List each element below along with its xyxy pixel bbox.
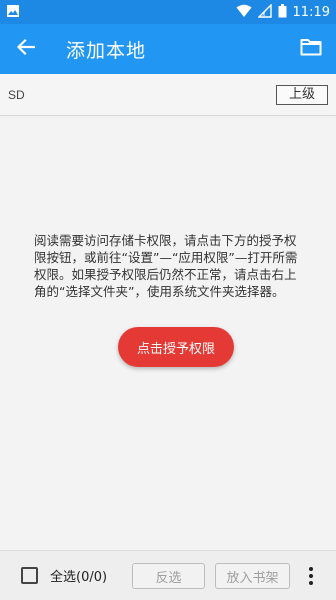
status-time: 11:19 xyxy=(292,4,330,20)
more-options-button[interactable] xyxy=(300,561,322,591)
signal-icon: x xyxy=(256,2,272,22)
bottom-bar: 全选(0/0) 反选 放入书架 xyxy=(0,550,336,600)
select-all-label[interactable]: 全选(0/0) xyxy=(50,566,107,585)
up-level-button[interactable]: 上级 xyxy=(275,84,328,105)
image-notification-icon xyxy=(6,3,20,22)
status-bar: x 11:19 xyxy=(0,0,336,24)
select-folder-button[interactable] xyxy=(286,24,336,74)
wifi-icon xyxy=(236,3,252,22)
app-bar: 添加本地 xyxy=(0,24,336,74)
add-to-shelf-button[interactable]: 放入书架 xyxy=(215,563,290,589)
folder-icon xyxy=(300,38,322,60)
svg-text:x: x xyxy=(262,11,266,18)
more-vert-icon xyxy=(309,567,313,571)
arrow-back-icon xyxy=(16,38,36,60)
status-right: x 11:19 xyxy=(236,2,330,22)
permission-message: 阅读需要访问存储卡权限，请点击下方的授予权限按钮，或前往“设置”—“应用权限”—… xyxy=(34,233,298,299)
page-title: 添加本地 xyxy=(66,39,147,62)
status-left xyxy=(6,3,20,22)
battery-icon xyxy=(278,3,287,22)
path-bar: SD 上级 xyxy=(0,74,336,116)
grant-permission-button[interactable]: 点击授予权限 xyxy=(118,327,234,367)
select-all-checkbox[interactable] xyxy=(21,567,38,584)
invert-selection-button[interactable]: 反选 xyxy=(132,563,205,589)
back-button[interactable] xyxy=(0,24,52,74)
current-path: SD xyxy=(8,87,25,102)
